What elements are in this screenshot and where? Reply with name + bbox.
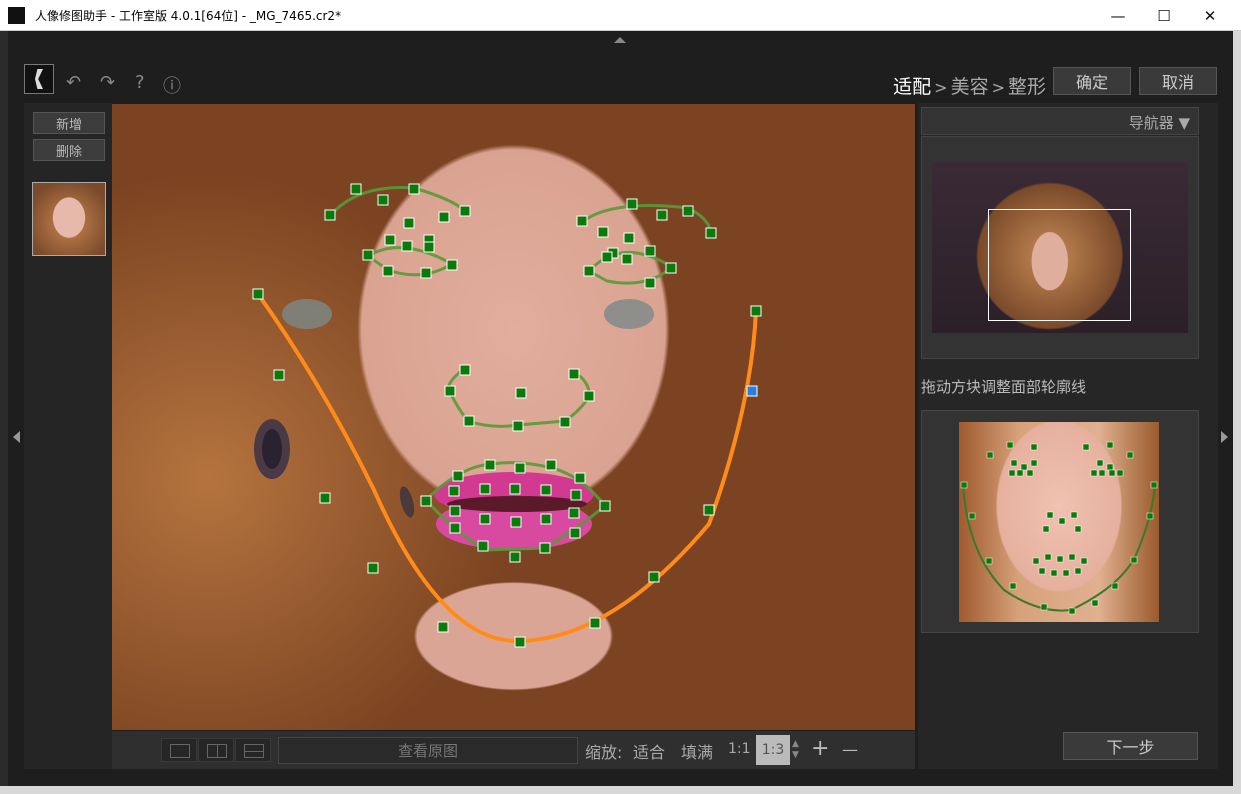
window-title: 人像修图助手 - 工作室版 4.0.1[64位] - _MG_7465.cr2* bbox=[35, 9, 342, 23]
zoom-fill-button[interactable]: 填满 bbox=[681, 739, 713, 763]
right-collapse-icon[interactable] bbox=[1221, 431, 1228, 443]
single-view-button[interactable] bbox=[161, 738, 197, 762]
reference-landmarks bbox=[960, 441, 1158, 615]
step-reshape[interactable]: 整形 bbox=[1008, 76, 1046, 98]
split-vertical-button[interactable] bbox=[198, 738, 234, 762]
zoom-1-1-button[interactable]: 1:1 bbox=[728, 741, 751, 757]
landmark-handles bbox=[252, 183, 762, 648]
step-separator: > bbox=[991, 78, 1005, 97]
zoom-level-field[interactable]: 1:3 bbox=[756, 735, 790, 765]
reference-diagram bbox=[959, 422, 1159, 622]
delete-face-button[interactable]: 删除 bbox=[33, 139, 105, 161]
selected-handle[interactable] bbox=[746, 385, 758, 397]
jaw-contour[interactable] bbox=[256, 292, 758, 644]
redo-icon[interactable]: ↷ bbox=[100, 72, 115, 93]
background-strip-bottom bbox=[0, 786, 1241, 794]
hint-text: 拖动方块调整面部轮廓线 bbox=[921, 378, 1087, 396]
zoom-spinner-icon[interactable]: ▲ ▼ bbox=[792, 739, 799, 761]
zoom-fit-button[interactable]: 适合 bbox=[633, 739, 665, 763]
photo-canvas[interactable] bbox=[112, 104, 915, 730]
zoom-out-button[interactable]: — bbox=[842, 740, 858, 759]
info-icon[interactable]: ⓘ bbox=[163, 72, 181, 98]
navigator-viewport[interactable] bbox=[988, 209, 1131, 321]
navigator-header[interactable]: 导航器 ▼ bbox=[921, 107, 1199, 135]
workflow-steps: 适配 > 美容 > 整形 bbox=[893, 72, 1046, 99]
help-icon[interactable]: ? bbox=[135, 72, 145, 93]
logo-icon[interactable] bbox=[24, 64, 54, 94]
collapse-top-icon[interactable] bbox=[614, 37, 626, 43]
background-strip-right bbox=[1233, 31, 1241, 794]
step-separator: > bbox=[934, 78, 948, 97]
app-icon bbox=[8, 7, 25, 24]
undo-icon[interactable]: ↶ bbox=[66, 72, 81, 93]
next-step-button[interactable]: 下一步 bbox=[1063, 732, 1198, 760]
split-horizontal-icon bbox=[244, 744, 264, 758]
zoom-in-button[interactable]: + bbox=[811, 736, 829, 761]
title-bar: 人像修图助手 - 工作室版 4.0.1[64位] - _MG_7465.cr2*… bbox=[0, 0, 1241, 31]
show-original-button[interactable]: 查看原图 bbox=[278, 737, 578, 764]
left-collapse-icon[interactable] bbox=[13, 431, 20, 443]
step-beauty[interactable]: 美容 bbox=[951, 76, 989, 98]
split-horizontal-button[interactable] bbox=[235, 738, 271, 762]
zoom-label: 缩放: bbox=[585, 743, 623, 762]
navigator-title: 导航器 ▼ bbox=[1128, 114, 1190, 132]
minimize-button[interactable]: — bbox=[1095, 0, 1141, 31]
split-vertical-icon bbox=[207, 744, 227, 758]
face-landmark-overlay[interactable] bbox=[112, 104, 915, 730]
maximize-button[interactable]: ☐ bbox=[1141, 0, 1187, 31]
confirm-button[interactable]: 确定 bbox=[1053, 67, 1131, 95]
single-view-icon bbox=[170, 744, 190, 758]
add-face-button[interactable]: 新增 bbox=[33, 112, 105, 134]
face-thumbnail[interactable] bbox=[32, 182, 106, 256]
cancel-button[interactable]: 取消 bbox=[1139, 67, 1217, 95]
close-button[interactable]: ✕ bbox=[1187, 0, 1233, 31]
step-adapt[interactable]: 适配 bbox=[893, 76, 931, 98]
